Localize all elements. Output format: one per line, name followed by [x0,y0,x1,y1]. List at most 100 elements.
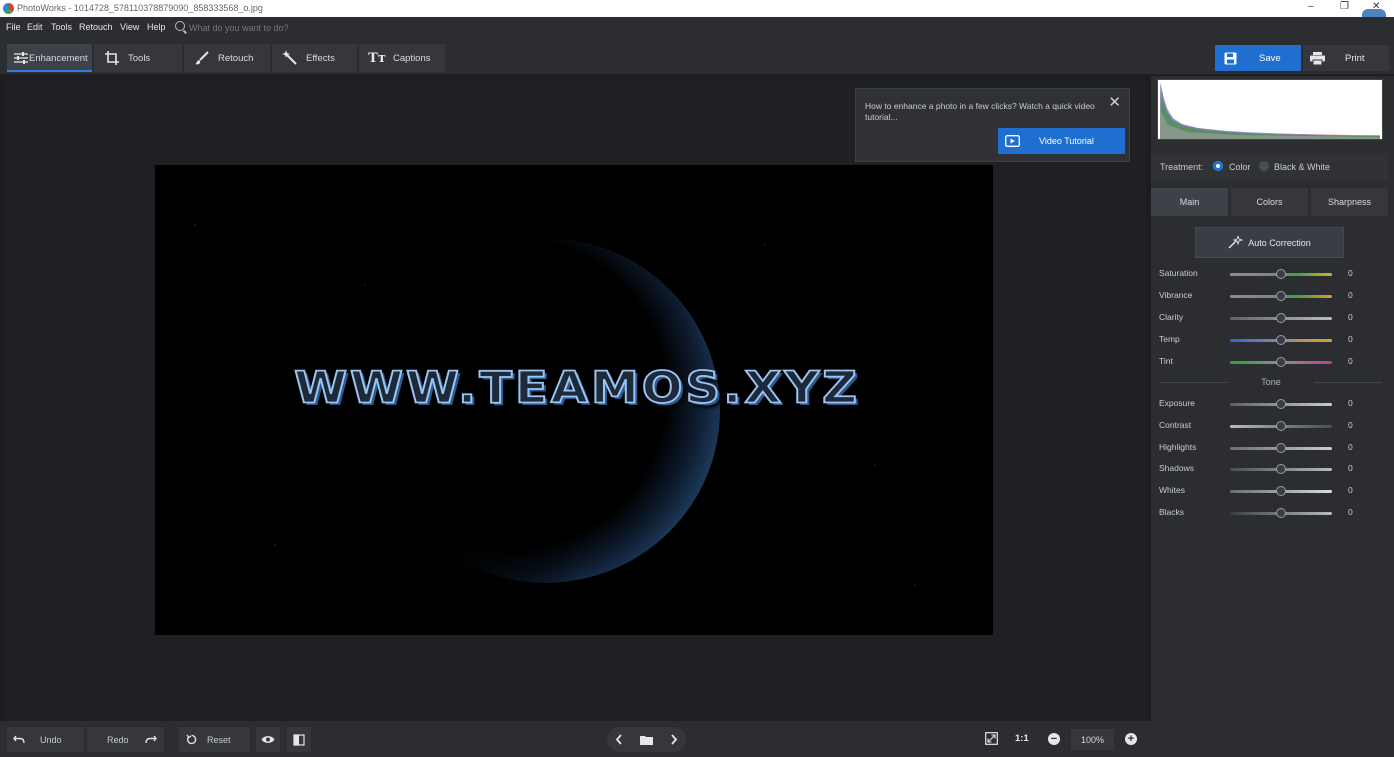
folder-icon[interactable] [639,735,653,745]
save-button[interactable]: Save [1215,45,1301,71]
menu-edit[interactable]: Edit [27,22,43,32]
auto-correction-label: Auto Correction [1248,237,1311,248]
restore-button[interactable]: ❐ [1340,1,1349,12]
slider-value: 0 [1348,268,1353,278]
text-icon: Tт [368,50,386,66]
slider-thumb[interactable] [1276,486,1286,496]
photo-preview[interactable]: WWW.TEAMOS.XYZ [155,165,993,635]
undo-button[interactable]: Undo [7,727,84,752]
temp-slider[interactable] [1230,335,1332,345]
slider-thumb[interactable] [1276,269,1286,279]
slider-value: 0 [1348,485,1353,495]
slider-label: Shadows [1159,463,1194,473]
eye-icon [261,735,275,744]
shadows-slider[interactable] [1230,464,1332,474]
clarity-slider[interactable] [1230,313,1332,323]
tint-slider-row: Tint 0 [1151,352,1388,372]
window-title: PhotoWorks - 1014728_578110378879090_858… [17,3,263,13]
slider-thumb[interactable] [1276,399,1286,409]
previous-photo-button[interactable] [615,734,623,745]
slider-label: Saturation [1159,268,1198,278]
undo-icon [13,735,25,744]
vibrance-slider[interactable] [1230,291,1332,301]
histogram [1157,79,1383,140]
treatment-label: Treatment: [1160,162,1204,172]
reset-button[interactable]: Reset [179,727,250,752]
blacks-slider[interactable] [1230,508,1332,518]
slider-label: Vibrance [1159,290,1193,300]
slider-label: Tint [1159,356,1173,366]
slider-label: Exposure [1159,398,1195,408]
slider-thumb[interactable] [1276,508,1286,518]
zoom-in-icon[interactable]: + [1125,733,1137,745]
printer-icon [1310,51,1325,65]
tab-label: Captions [393,52,431,64]
menu-retouch[interactable]: Retouch [79,22,113,32]
tab-sharpness[interactable]: Sharpness [1311,188,1388,216]
slider-value: 0 [1348,334,1353,344]
whites-slider-row: Whites 0 [1151,481,1388,501]
slider-thumb[interactable] [1276,335,1286,345]
exposure-slider[interactable] [1230,399,1332,409]
treatment-color-label[interactable]: Color [1229,162,1251,172]
highlights-slider-row: Highlights 0 [1151,438,1388,458]
highlights-slider[interactable] [1230,443,1332,453]
zoom-level-field[interactable]: 100% [1071,729,1114,750]
tint-slider[interactable] [1230,357,1332,367]
tab-tools[interactable]: Tools [94,44,182,72]
next-photo-button[interactable] [670,734,678,745]
divider-line [1314,382,1382,383]
slider-thumb[interactable] [1276,357,1286,367]
before-after-button[interactable] [287,727,311,752]
magic-stars-icon [1228,236,1244,249]
slider-thumb[interactable] [1276,464,1286,474]
search-input[interactable] [189,20,429,35]
slider-value: 0 [1348,290,1353,300]
treatment-bw-radio[interactable] [1259,161,1269,171]
slider-label: Temp [1159,334,1180,344]
video-tutorial-button[interactable]: Video Tutorial [998,128,1125,154]
tutorial-message: How to enhance a photo in a few clicks? … [865,101,1095,122]
tab-colors[interactable]: Colors [1231,188,1308,216]
clarity-slider-row: Clarity 0 [1151,308,1388,328]
minimize-button[interactable]: – [1308,1,1314,12]
slider-thumb[interactable] [1276,421,1286,431]
treatment-color-radio[interactable] [1213,161,1223,171]
slider-thumb[interactable] [1276,313,1286,323]
saturation-slider-row: Saturation 0 [1151,264,1388,284]
menu-tools[interactable]: Tools [51,22,72,32]
saturation-slider[interactable] [1230,269,1332,279]
tab-retouch[interactable]: Retouch [184,44,270,72]
fit-to-screen-icon[interactable] [985,732,998,745]
tab-enhancement[interactable]: Enhancement [7,44,92,72]
tab-effects[interactable]: Effects [272,44,357,72]
actual-size-button[interactable]: 1:1 [1015,733,1029,744]
crop-icon [104,50,120,66]
tab-label: Tools [128,52,151,64]
preview-eye-button[interactable] [256,727,280,752]
menu-file[interactable]: File [6,22,21,32]
zoom-out-icon[interactable]: − [1048,733,1060,745]
redo-button[interactable]: Redo [87,727,164,752]
floppy-disk-icon [1224,52,1237,65]
photo-watermark-text: WWW.TEAMOS.XYZ [293,362,860,414]
slider-thumb[interactable] [1276,291,1286,301]
menu-help[interactable]: Help [147,22,166,32]
exposure-slider-row: Exposure 0 [1151,394,1388,414]
tab-captions[interactable]: Tт Captions [359,44,445,72]
contrast-slider[interactable] [1230,421,1332,431]
menu-view[interactable]: View [120,22,139,32]
bottom-bar [0,721,1151,757]
slider-value: 0 [1348,312,1353,322]
slider-value: 0 [1348,442,1353,452]
treatment-bw-label[interactable]: Black & White [1274,162,1330,172]
photo-navigator [607,727,686,752]
print-button[interactable]: Print [1303,45,1389,71]
whites-slider[interactable] [1230,486,1332,496]
slider-thumb[interactable] [1276,443,1286,453]
reset-label: Reset [207,734,231,745]
auto-correction-button[interactable]: Auto Correction [1195,227,1344,258]
search-icon [175,21,185,31]
tab-main[interactable]: Main [1151,188,1228,216]
close-icon[interactable]: ✕ [1108,93,1121,111]
